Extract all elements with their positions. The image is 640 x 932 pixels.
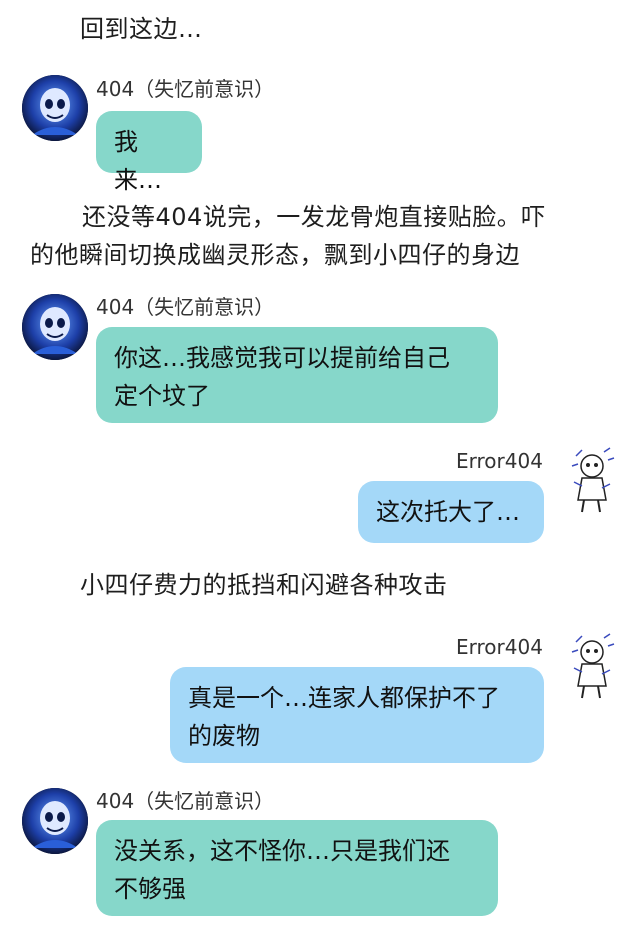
message-bubble[interactable]: 我来… bbox=[96, 111, 202, 194]
message-text: 没关系，这不怪你…只是我们还 bbox=[114, 837, 450, 865]
message-text: 你这…我感觉我可以提前给自己 bbox=[114, 344, 450, 372]
glitch-skeleton-sketch-avatar-icon bbox=[566, 446, 616, 514]
message-bubble[interactable]: 你这…我感觉我可以提前给自己 定个坟了 bbox=[96, 327, 498, 423]
speaker-name: Error404 bbox=[456, 635, 543, 659]
message-bubble[interactable]: 这次托大了… bbox=[358, 481, 544, 543]
blue-skeleton-avatar-icon bbox=[22, 294, 88, 360]
message-text: 不够强 bbox=[114, 875, 186, 903]
message-text: 这次托大了… bbox=[376, 498, 520, 526]
speaker-name: 404（失忆前意识） bbox=[96, 295, 275, 319]
avatar-404[interactable] bbox=[22, 75, 88, 141]
glitch-skeleton-sketch-avatar-icon bbox=[566, 632, 616, 700]
message-text: 的废物 bbox=[188, 722, 260, 750]
avatar-404[interactable] bbox=[22, 788, 88, 854]
narration-line: 还没等404说完，一发龙骨炮直接贴脸。吓 bbox=[82, 203, 546, 231]
avatar-error404[interactable] bbox=[566, 632, 616, 700]
speaker-name: 404（失忆前意识） bbox=[96, 77, 275, 101]
message-text: 真是一个…连家人都保护不了 bbox=[188, 684, 500, 712]
blue-skeleton-avatar-icon bbox=[22, 788, 88, 854]
speaker-name: 404（失忆前意识） bbox=[96, 789, 275, 813]
message-text: 我来… bbox=[114, 128, 162, 194]
narration-line: 的他瞬间切换成幽灵形态，飘到小四仔的身边 bbox=[30, 241, 520, 269]
blue-skeleton-avatar-icon bbox=[22, 75, 88, 141]
message-bubble[interactable]: 真是一个…连家人都保护不了 的废物 bbox=[170, 667, 544, 763]
message-bubble[interactable]: 没关系，这不怪你…只是我们还 不够强 bbox=[96, 820, 498, 916]
narration-text: 回到这边… bbox=[80, 15, 203, 43]
avatar-error404[interactable] bbox=[566, 446, 616, 514]
narration-text: 还没等404说完，一发龙骨炮直接贴脸。吓 的他瞬间切换成幽灵形态，飘到小四仔的身… bbox=[30, 198, 630, 274]
narration-text: 小四仔费力的抵挡和闪避各种攻击 bbox=[80, 571, 448, 599]
avatar-404[interactable] bbox=[22, 294, 88, 360]
message-text: 定个坟了 bbox=[114, 382, 210, 410]
speaker-name: Error404 bbox=[456, 449, 543, 473]
